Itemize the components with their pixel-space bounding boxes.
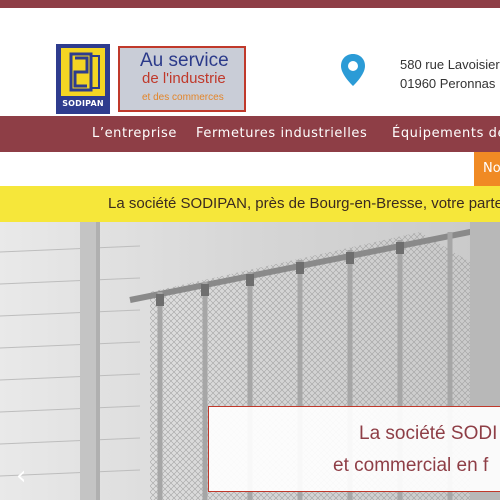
slider-prev-button[interactable]: ‹ xyxy=(16,462,36,490)
logo-wordmark: SODIPAN xyxy=(62,99,104,108)
tagline-banner: Au service de l'industrie et des commerc… xyxy=(118,46,246,112)
hero-caption-line-1: La société SODI xyxy=(359,423,498,444)
tagline-line-1: Au service xyxy=(140,50,229,71)
tagline-line-2: de l'industrie xyxy=(142,70,226,87)
intro-ribbon: La société SODIPAN, près de Bourg-en-Bre… xyxy=(0,186,500,222)
address-street: 580 rue Lavoisier xyxy=(400,57,500,72)
sodipan-logo[interactable]: SODIPAN xyxy=(56,44,110,114)
site-header: SODIPAN Au service de l'industrie et des… xyxy=(0,8,500,116)
nav-contact-button[interactable]: No xyxy=(474,152,500,186)
hero-slider: ‹ La société SODI et commercial en f xyxy=(0,222,500,500)
nav-item-fermetures[interactable]: Fermetures industrielles xyxy=(196,126,367,141)
address-city: 01960 Peronnas xyxy=(400,76,496,91)
tagline-line-3: et des commerces xyxy=(142,92,224,103)
intro-ribbon-text: La société SODIPAN, près de Bourg-en-Bre… xyxy=(108,195,500,212)
logo-emblem xyxy=(61,48,105,96)
hero-caption-box: La société SODI et commercial en f xyxy=(208,406,500,492)
nav-item-entreprise[interactable]: L’entreprise xyxy=(92,126,177,141)
nav-item-equipements[interactable]: Équipements de xyxy=(392,126,500,141)
main-navigation: L’entreprise Fermetures industrielles Éq… xyxy=(0,116,500,152)
hero-caption-line-2: et commercial en f xyxy=(333,455,489,476)
top-accent-bar xyxy=(0,0,500,8)
location-pin-icon xyxy=(341,54,365,86)
chevron-left-icon: ‹ xyxy=(16,461,27,491)
